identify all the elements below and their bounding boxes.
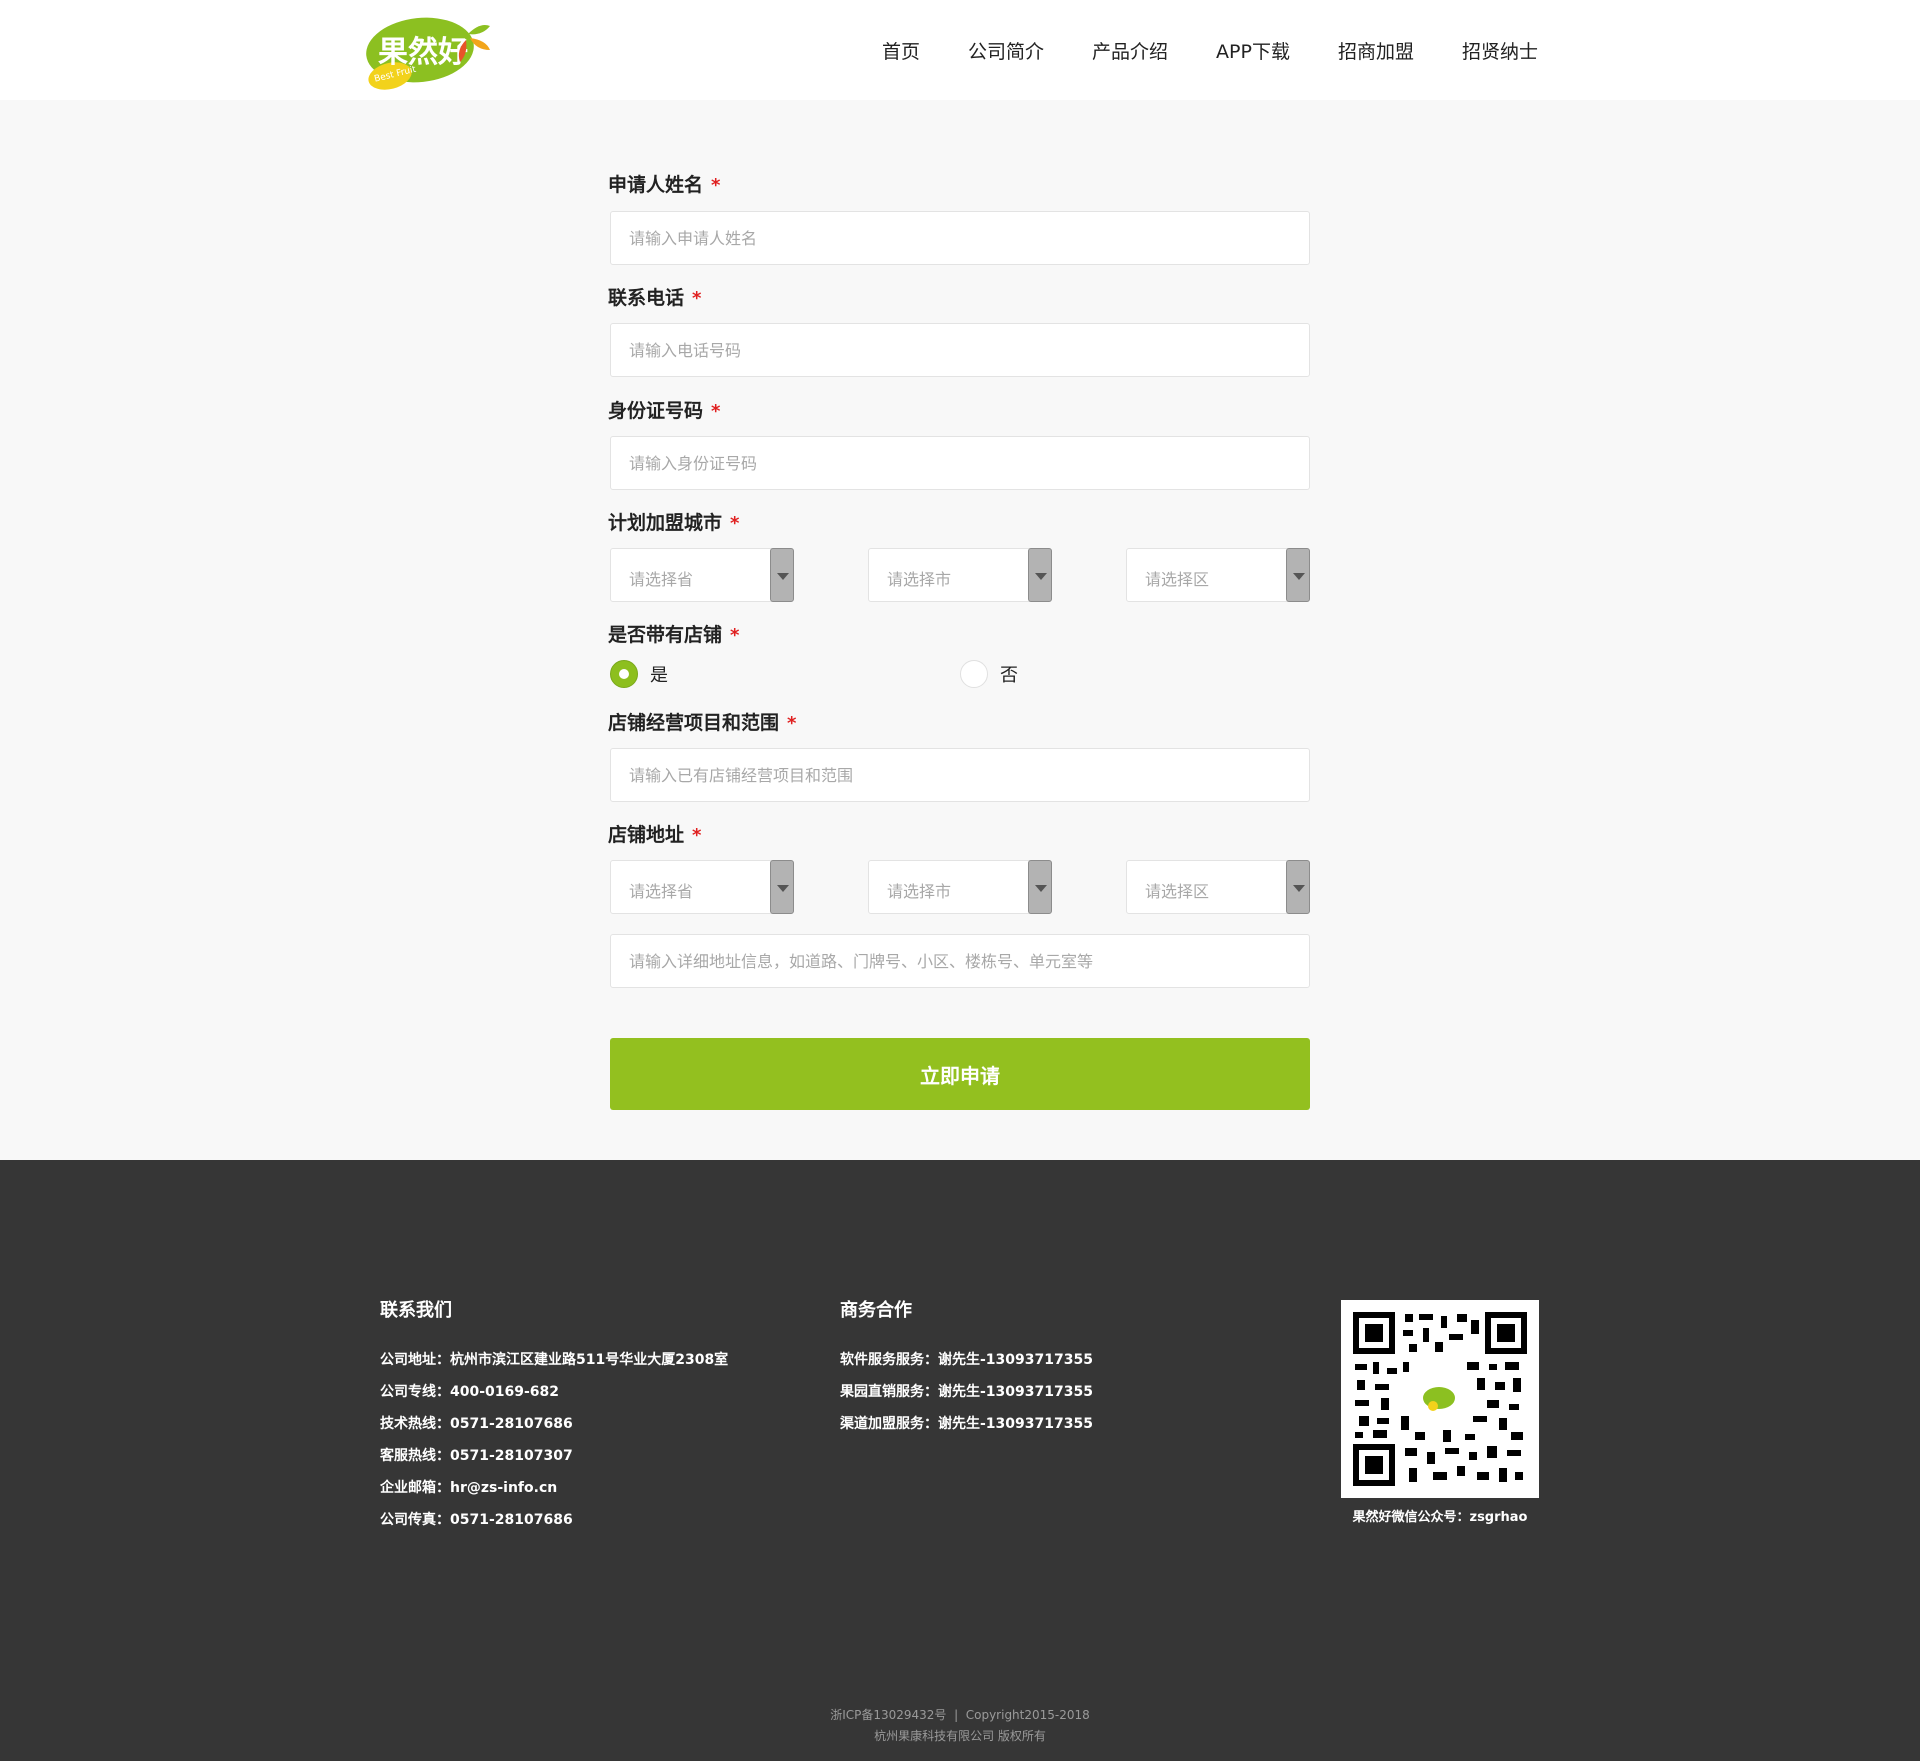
id-field[interactable] bbox=[610, 436, 1310, 490]
contact-hotline: 公司专线：400-0169-682 bbox=[380, 1384, 560, 1400]
city-label-text: 计划加盟城市 bbox=[608, 512, 723, 534]
plan-district-select[interactable]: 请选择区 bbox=[1126, 548, 1310, 602]
contact-address: 公司地址：杭州市滨江区建业路511号华业大厦2308室 bbox=[380, 1352, 729, 1368]
required-mark: * bbox=[730, 625, 740, 646]
business-column: 商务合作 软件服务服务：谢先生-13093717355 果园直销服务：谢先生-1… bbox=[840, 1296, 1093, 1440]
radio-no-label: 否 bbox=[1000, 665, 1018, 686]
copyright-company: 杭州果康科技有限公司 版权所有 bbox=[874, 1729, 1046, 1743]
dropdown-arrow-icon[interactable] bbox=[770, 548, 794, 602]
scope-label: 店铺经营项目和范围 * bbox=[608, 708, 796, 735]
required-mark: * bbox=[692, 288, 702, 309]
dropdown-arrow-icon[interactable] bbox=[1028, 860, 1052, 914]
contact-title: 联系我们 bbox=[380, 1300, 452, 1321]
business-title: 商务合作 bbox=[840, 1300, 912, 1321]
franchise-form-section: 申请人姓名 * 联系电话 * 身份证号码 * 计划加盟城市 * 请选择省 请选择市 请选… bbox=[0, 100, 1920, 1160]
qr-code-icon bbox=[1353, 1312, 1527, 1486]
has-shop-yes-radio[interactable]: 是 bbox=[610, 660, 668, 688]
shop-district-select[interactable]: 请选择区 bbox=[1126, 860, 1310, 914]
id-number-input[interactable] bbox=[611, 437, 1309, 489]
required-mark: * bbox=[711, 175, 721, 196]
radio-checked-icon[interactable] bbox=[610, 660, 638, 688]
svg-text:果然好: 果然好 bbox=[378, 35, 468, 70]
select-placeholder: 请选择区 bbox=[1145, 570, 1210, 589]
scope-input[interactable] bbox=[611, 749, 1309, 801]
has-shop-label-text: 是否带有店铺 bbox=[608, 624, 723, 646]
select-placeholder: 请选择省 bbox=[629, 882, 694, 901]
business-channel: 渠道加盟服务：谢先生-13093717355 bbox=[840, 1416, 1093, 1432]
copyright-icp[interactable]: 浙ICP备13029432号 | Copyright2015-2018 bbox=[0, 1705, 1920, 1726]
nav-about[interactable]: 公司简介 bbox=[968, 37, 1044, 64]
site-header: 果然好 Best Fruit 首页 公司简介 产品介绍 APP下载 招商加盟 招… bbox=[0, 0, 1920, 100]
brand-logo[interactable]: 果然好 Best Fruit bbox=[356, 10, 496, 94]
name-field[interactable] bbox=[610, 211, 1310, 265]
address-detail-input[interactable] bbox=[611, 935, 1309, 987]
contact-fax: 公司传真：0571-28107686 bbox=[380, 1512, 573, 1528]
city-label: 计划加盟城市 * bbox=[608, 508, 739, 535]
nav-home[interactable]: 首页 bbox=[882, 37, 920, 64]
shop-city-select[interactable]: 请选择市 bbox=[868, 860, 1052, 914]
phone-input[interactable] bbox=[611, 324, 1309, 376]
nav-franchise[interactable]: 招商加盟 bbox=[1338, 37, 1414, 64]
name-input[interactable] bbox=[611, 212, 1309, 264]
name-label-text: 申请人姓名 bbox=[608, 174, 704, 196]
required-mark: * bbox=[730, 513, 740, 534]
submit-application-button[interactable]: 立即申请 bbox=[610, 1038, 1310, 1110]
main-nav: 首页 公司简介 产品介绍 APP下载 招商加盟 招贤纳士 bbox=[834, 0, 1538, 100]
wechat-qr-code bbox=[1341, 1300, 1539, 1498]
plan-province-select[interactable]: 请选择省 bbox=[610, 548, 794, 602]
plan-city-select[interactable]: 请选择市 bbox=[868, 548, 1052, 602]
has-shop-label: 是否带有店铺 * bbox=[608, 620, 739, 647]
nav-products[interactable]: 产品介绍 bbox=[1092, 37, 1168, 64]
has-shop-no-radio[interactable]: 否 bbox=[960, 660, 1018, 688]
business-orchard: 果园直销服务：谢先生-13093717355 bbox=[840, 1384, 1093, 1400]
dropdown-arrow-icon[interactable] bbox=[770, 860, 794, 914]
dropdown-arrow-icon[interactable] bbox=[1286, 548, 1310, 602]
copyright: 浙ICP备13029432号 | Copyright2015-2018 杭州果康… bbox=[0, 1705, 1920, 1747]
radio-unchecked-icon[interactable] bbox=[960, 660, 988, 688]
qr-caption: 果然好微信公众号：zsgrhao bbox=[1352, 1510, 1528, 1525]
id-label-text: 身份证号码 bbox=[608, 400, 704, 422]
nav-careers[interactable]: 招贤纳士 bbox=[1462, 37, 1538, 64]
address-label: 店铺地址 * bbox=[608, 820, 701, 847]
select-placeholder: 请选择市 bbox=[887, 570, 952, 589]
phone-field[interactable] bbox=[610, 323, 1310, 377]
nav-app-download[interactable]: APP下载 bbox=[1216, 37, 1290, 64]
site-footer: 联系我们 公司地址：杭州市滨江区建业路511号华业大厦2308室 公司专线：40… bbox=[0, 1160, 1920, 1761]
radio-yes-label: 是 bbox=[650, 665, 668, 686]
contact-tech: 技术热线：0571-28107686 bbox=[380, 1416, 573, 1432]
contact-service: 客服热线：0571-28107307 bbox=[380, 1448, 573, 1464]
scope-label-text: 店铺经营项目和范围 bbox=[608, 712, 780, 734]
dropdown-arrow-icon[interactable] bbox=[1286, 860, 1310, 914]
dropdown-arrow-icon[interactable] bbox=[1028, 548, 1052, 602]
contact-email[interactable]: 企业邮箱：hr@zs-info.cn bbox=[380, 1472, 728, 1504]
contact-column: 联系我们 公司地址：杭州市滨江区建业路511号华业大厦2308室 公司专线：40… bbox=[380, 1296, 728, 1536]
id-label: 身份证号码 * bbox=[608, 396, 720, 423]
business-software: 软件服务服务：谢先生-13093717355 bbox=[840, 1352, 1093, 1368]
phone-label: 联系电话 * bbox=[608, 283, 701, 310]
required-mark: * bbox=[711, 401, 721, 422]
phone-label-text: 联系电话 bbox=[608, 287, 685, 309]
select-placeholder: 请选择区 bbox=[1145, 882, 1210, 901]
name-label: 申请人姓名 * bbox=[608, 170, 720, 197]
required-mark: * bbox=[787, 713, 797, 734]
address-label-text: 店铺地址 bbox=[608, 824, 685, 846]
select-placeholder: 请选择省 bbox=[629, 570, 694, 589]
address-detail-field[interactable] bbox=[610, 934, 1310, 988]
shop-province-select[interactable]: 请选择省 bbox=[610, 860, 794, 914]
required-mark: * bbox=[692, 825, 702, 846]
scope-field[interactable] bbox=[610, 748, 1310, 802]
select-placeholder: 请选择市 bbox=[887, 882, 952, 901]
